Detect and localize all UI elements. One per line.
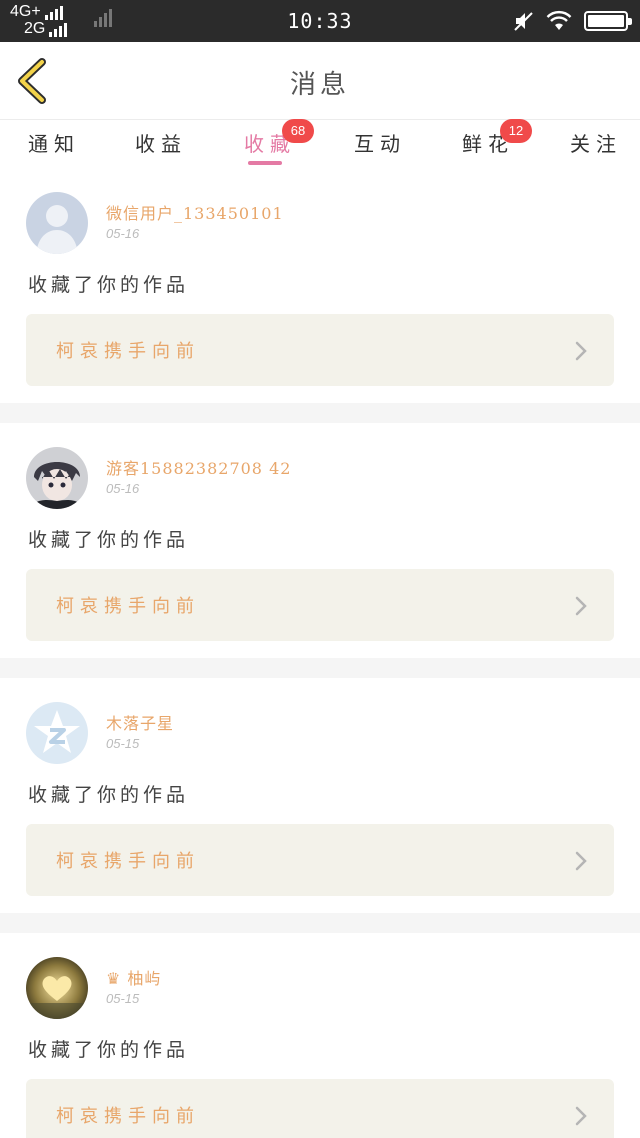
timestamp: 05-15 bbox=[106, 991, 140, 1006]
action-text: 收藏了你的作品 bbox=[28, 274, 190, 296]
mute-icon bbox=[514, 12, 533, 31]
divider bbox=[0, 658, 640, 678]
tab-following[interactable]: 关注 bbox=[570, 128, 622, 157]
chevron-right-icon bbox=[575, 851, 587, 871]
action-text: 收藏了你的作品 bbox=[28, 1039, 190, 1061]
tab-flowers[interactable]: 鲜花 12 bbox=[462, 119, 532, 157]
username[interactable]: ♛ 柚屿 bbox=[106, 965, 161, 989]
avatar[interactable] bbox=[26, 957, 88, 1019]
avatar[interactable] bbox=[26, 192, 88, 254]
message-list: 微信用户_133450101 05-16 收藏了你的作品 柯哀携手向前 游客15… bbox=[0, 168, 640, 1138]
work-link[interactable]: 柯哀携手向前 bbox=[26, 824, 614, 896]
count-badge: 68 bbox=[282, 119, 314, 143]
tab-favorites[interactable]: 收藏 68 bbox=[244, 119, 314, 157]
username[interactable]: 微信用户_133450101 bbox=[106, 200, 284, 224]
page-title: 消息 bbox=[289, 70, 350, 100]
work-title: 柯哀携手向前 bbox=[56, 1106, 200, 1127]
work-link[interactable]: 柯哀携手向前 bbox=[26, 314, 614, 386]
username[interactable]: 木落子星 bbox=[106, 710, 174, 734]
divider bbox=[0, 403, 640, 423]
tab-earnings[interactable]: 收益 bbox=[135, 128, 187, 157]
work-title: 柯哀携手向前 bbox=[56, 596, 200, 617]
timestamp: 05-16 bbox=[106, 481, 140, 496]
default-person-icon bbox=[26, 192, 88, 254]
chevron-right-icon bbox=[575, 341, 587, 361]
battery-icon bbox=[584, 11, 632, 31]
app-header: 消息 bbox=[0, 42, 640, 120]
timestamp: 05-15 bbox=[106, 736, 140, 751]
action-text: 收藏了你的作品 bbox=[28, 784, 190, 806]
list-item: 微信用户_133450101 05-16 收藏了你的作品 柯哀携手向前 bbox=[0, 168, 640, 403]
list-item: 木落子星 05-15 收藏了你的作品 柯哀携手向前 bbox=[0, 678, 640, 913]
chevron-right-icon bbox=[575, 1106, 587, 1126]
status-bar: 4G+ 2G 10:33 bbox=[0, 0, 640, 42]
wifi-icon bbox=[546, 10, 572, 30]
username[interactable]: 游客15882382708 42 bbox=[106, 455, 291, 479]
work-title: 柯哀携手向前 bbox=[56, 341, 200, 362]
heart-photo-icon bbox=[26, 957, 88, 1019]
tab-bar: 通知 收益 收藏 68 互动 鲜花 12 关注 bbox=[0, 119, 640, 168]
count-badge: 12 bbox=[500, 119, 532, 143]
qq-star-icon bbox=[26, 702, 88, 764]
tab-notifications[interactable]: 通知 bbox=[28, 128, 80, 157]
avatar[interactable] bbox=[26, 702, 88, 764]
anime-boy-icon bbox=[26, 447, 88, 509]
divider bbox=[0, 913, 640, 933]
list-item: ♛ 柚屿 05-15 收藏了你的作品 柯哀携手向前 bbox=[0, 933, 640, 1138]
work-title: 柯哀携手向前 bbox=[56, 851, 200, 872]
active-tab-indicator bbox=[248, 161, 282, 165]
list-item: 游客15882382708 42 05-16 收藏了你的作品 柯哀携手向前 bbox=[0, 423, 640, 658]
work-link[interactable]: 柯哀携手向前 bbox=[26, 1079, 614, 1138]
action-text: 收藏了你的作品 bbox=[28, 529, 190, 551]
avatar[interactable] bbox=[26, 447, 88, 509]
chevron-right-icon bbox=[575, 596, 587, 616]
work-link[interactable]: 柯哀携手向前 bbox=[26, 569, 614, 641]
tab-interactions[interactable]: 互动 bbox=[354, 128, 406, 157]
timestamp: 05-16 bbox=[106, 226, 140, 241]
